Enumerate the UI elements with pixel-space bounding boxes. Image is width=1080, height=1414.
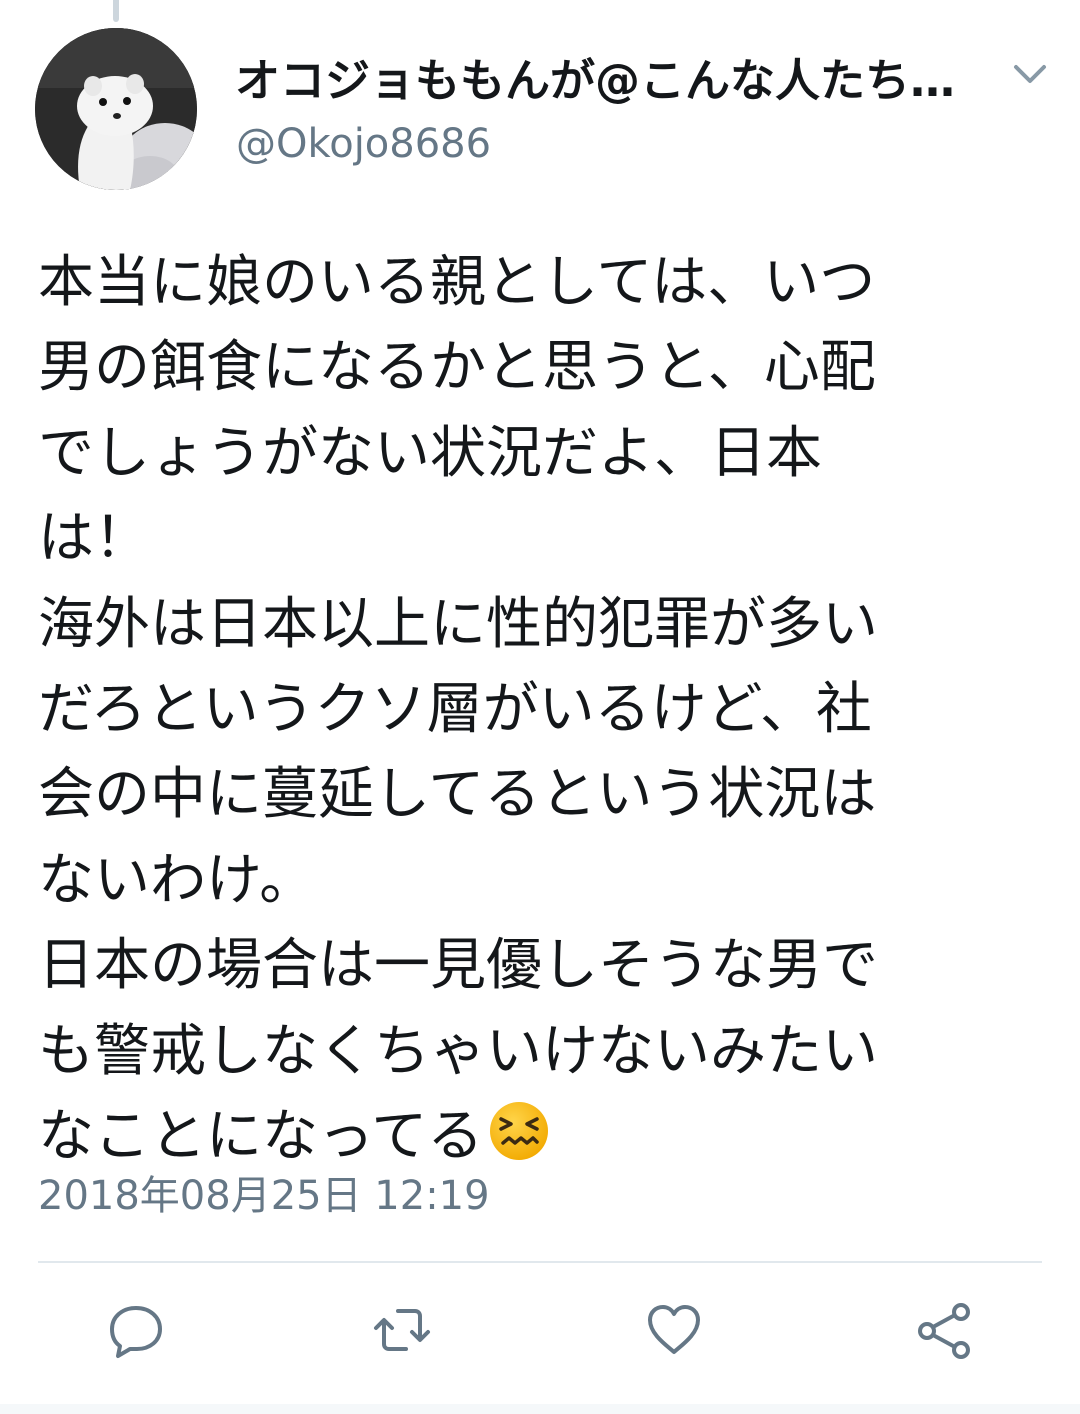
heart-icon[interactable]: [644, 1300, 704, 1360]
tweet-text-line: ないわけ。: [38, 847, 316, 913]
tweet-text-line: 本当に娘のいる親としては、いつ: [38, 250, 876, 315]
tweet-text-line: も警戒しなくちゃいけないみたい: [38, 1018, 878, 1084]
tweet-timestamp[interactable]: 2018年08月25日 12:19: [38, 1170, 490, 1222]
tweet-text-line: でしょうがない状況だよ、日本: [38, 420, 822, 486]
tweet-text-line: 海外は日本以上に性的犯罪が多い: [38, 591, 878, 657]
tweet-text-last-line: なことになってる: [38, 1094, 1048, 1179]
tweet-text-line: は！: [38, 506, 150, 572]
retweet-icon[interactable]: [372, 1300, 432, 1360]
tweet-text-line: 日本の場合は一見優しそうな男で: [38, 933, 878, 999]
tweet-text-line: なことになってる: [38, 1104, 484, 1170]
tweet-text-line: 男の餌食になるかと思うと、心配: [38, 335, 876, 401]
confounded-face-icon: [490, 1102, 549, 1161]
reply-icon[interactable]: [106, 1300, 166, 1360]
tweet-text-line: 会の中に蔓延してるという状況は: [38, 762, 877, 828]
tweet-text: 本当に娘のいる親としては、いつ 男の餌食になるかと思うと、心配 でしょうがない状…: [38, 240, 1048, 1179]
tweet-text-line: だろというクソ層がいるけど、社: [38, 677, 872, 743]
bottom-edge: [0, 1404, 1080, 1414]
avatar[interactable]: [35, 28, 197, 190]
display-name[interactable]: オコジョももんが@こんな人たち…: [235, 52, 955, 110]
avatar-image: [35, 28, 197, 190]
user-handle[interactable]: @Okojo8686: [236, 118, 491, 170]
divider: [38, 1261, 1042, 1263]
share-icon[interactable]: [914, 1300, 974, 1360]
thread-connector-line: [113, 0, 119, 22]
chevron-down-icon[interactable]: [1008, 52, 1052, 96]
